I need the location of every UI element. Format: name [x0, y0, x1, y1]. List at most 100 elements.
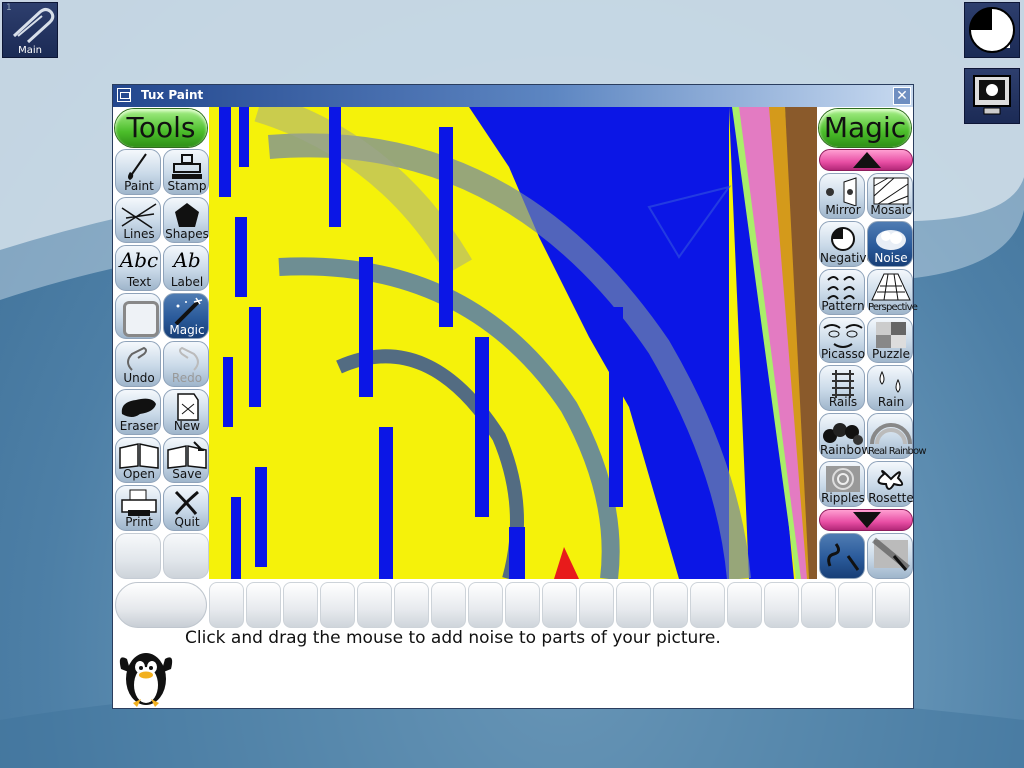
- rosette-icon: [877, 469, 904, 490]
- color-swatch[interactable]: [764, 582, 799, 628]
- tool-empty-slot: [163, 533, 209, 579]
- color-swatch[interactable]: [357, 582, 392, 628]
- magic-negative-button[interactable]: Negative: [819, 221, 874, 267]
- tool-save-button[interactable]: Save: [163, 437, 209, 483]
- half-circle-icon: [969, 7, 1015, 53]
- color-swatch[interactable]: [653, 582, 688, 628]
- magic-wand-icon: [174, 297, 203, 326]
- window-menu-icon[interactable]: [117, 88, 131, 102]
- tool-quit-button[interactable]: Quit: [163, 485, 209, 531]
- color-swatch[interactable]: [875, 582, 910, 628]
- tool-label: Eraser: [119, 419, 159, 433]
- magic-fullscreen-mode-button[interactable]: [867, 533, 913, 579]
- color-swatch[interactable]: [801, 582, 836, 628]
- color-swatch[interactable]: [690, 582, 725, 628]
- undo-icon: [127, 346, 147, 371]
- window-title: Tux Paint: [141, 88, 204, 102]
- tool-label: Text: [126, 275, 152, 289]
- magic-scroll-up-button[interactable]: [819, 149, 913, 171]
- color-swatch[interactable]: [246, 582, 281, 628]
- triangle-up-icon: [853, 152, 881, 168]
- color-swatch[interactable]: [209, 582, 244, 628]
- color-swatch[interactable]: [838, 582, 873, 628]
- magic-label: Noise: [874, 251, 908, 265]
- tool-shapes-button[interactable]: Shapes: [163, 197, 209, 243]
- magic-rain-button[interactable]: Rain: [867, 365, 913, 411]
- tool-paint-button[interactable]: Paint: [115, 149, 161, 195]
- close-window-button[interactable]: ✕: [893, 87, 911, 105]
- tool-redo-button[interactable]: Redo: [163, 341, 209, 387]
- color-swatch[interactable]: [579, 582, 614, 628]
- tool-lines-button[interactable]: Lines: [115, 197, 161, 243]
- current-color-indicator: [115, 582, 207, 628]
- tool-undo-button[interactable]: Undo: [115, 341, 161, 387]
- color-swatch[interactable]: [616, 582, 651, 628]
- color-swatch[interactable]: [505, 582, 540, 628]
- monitor-launcher-icon[interactable]: [962, 66, 1022, 126]
- label-abc-icon: Ab: [173, 248, 201, 272]
- magic-label: Pattern: [821, 299, 865, 313]
- color-swatch[interactable]: [320, 582, 355, 628]
- puzzle-icon: [876, 322, 906, 348]
- rain-icon: [879, 370, 901, 393]
- magic-label: Rain: [877, 395, 905, 409]
- magic-mirror-button[interactable]: Mirror: [819, 173, 865, 219]
- title-bar[interactable]: Tux Paint ✕: [113, 85, 913, 107]
- magic-picasso-button[interactable]: Picasso: [819, 317, 865, 363]
- mirror-icon: [826, 177, 857, 206]
- ripples-icon: [826, 466, 860, 492]
- fill-placeholder-icon: [123, 301, 159, 337]
- noise-icon: [876, 230, 906, 250]
- pentagon-icon: [175, 203, 199, 227]
- whole-picture-icon: [872, 537, 910, 571]
- instruction-text: Click and drag the mouse to add noise to…: [185, 628, 721, 648]
- magic-ripples-button[interactable]: Ripples: [819, 461, 865, 507]
- magic-paint-mode-button[interactable]: [819, 533, 865, 579]
- paint-brush-icon: [128, 153, 147, 180]
- color-swatch[interactable]: [431, 582, 466, 628]
- tool-open-button[interactable]: Open: [115, 437, 161, 483]
- magic-rainbow-button[interactable]: Rainbow: [819, 413, 871, 459]
- stamp-icon: [172, 154, 202, 179]
- color-swatch[interactable]: [727, 582, 762, 628]
- magic-pattern-button[interactable]: Pattern: [819, 269, 865, 315]
- tool-label: Print: [125, 515, 153, 529]
- toggle-desktop-icon[interactable]: [962, 0, 1022, 60]
- tool-eraser-button[interactable]: Eraser: [115, 389, 161, 435]
- color-swatch[interactable]: [468, 582, 503, 628]
- magic-label: Picasso: [820, 347, 866, 361]
- tool-text-button[interactable]: Abc Text: [115, 245, 161, 291]
- magic-rails-button[interactable]: Rails: [819, 365, 865, 411]
- real-rainbow-icon: [870, 423, 912, 445]
- magic-rosette-button[interactable]: Rosette: [867, 461, 914, 507]
- color-swatch[interactable]: [542, 582, 577, 628]
- tool-label: Redo: [171, 371, 203, 385]
- color-swatch[interactable]: [394, 582, 429, 628]
- magic-noise-button[interactable]: Noise: [867, 221, 913, 267]
- color-swatch[interactable]: [283, 582, 318, 628]
- printer-icon: [121, 489, 157, 516]
- redo-icon: [179, 346, 199, 371]
- magic-puzzle-button[interactable]: Puzzle: [867, 317, 913, 363]
- tool-stamp-button[interactable]: Stamp: [163, 149, 209, 195]
- magic-label: Ripples: [821, 491, 865, 505]
- magic-label: Perspective: [868, 302, 918, 313]
- magic-perspective-button[interactable]: Perspective: [867, 269, 918, 315]
- tool-magic-button[interactable]: Magic: [163, 293, 209, 339]
- magic-scroll-down-button[interactable]: [819, 509, 913, 531]
- perspective-icon: [871, 273, 911, 301]
- magic-label: Mosaic: [870, 203, 912, 217]
- tool-print-button[interactable]: Print: [115, 485, 161, 531]
- lines-icon: [121, 203, 157, 229]
- rainbow-icon: [823, 423, 863, 445]
- tool-new-button[interactable]: New: [163, 389, 209, 435]
- magic-real-rainbow-button[interactable]: Real Rainbow: [867, 413, 927, 459]
- main-launcher-icon[interactable]: 1 Main: [0, 0, 60, 60]
- drawing-canvas[interactable]: [209, 107, 817, 579]
- quit-x-icon: [174, 490, 199, 515]
- magic-mosaic-button[interactable]: Mosaic: [867, 173, 913, 219]
- tool-label-button[interactable]: Ab Label: [163, 245, 209, 291]
- tool-label: Undo: [123, 371, 155, 385]
- tool-fill-button[interactable]: [115, 293, 161, 339]
- tool-label: Open: [122, 467, 156, 481]
